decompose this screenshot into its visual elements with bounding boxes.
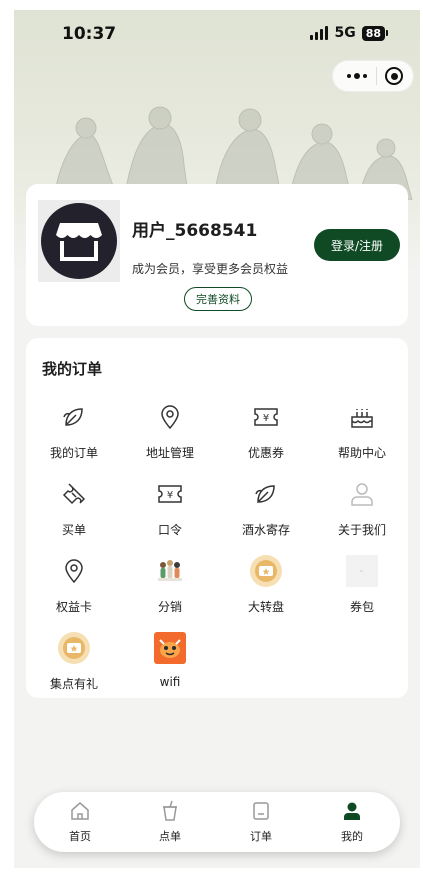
grid-item-my-orders[interactable]: 我的订单 (26, 400, 122, 466)
grid-item-benefit-card[interactable]: 权益卡 (26, 554, 122, 620)
miniprogram-capsule (332, 60, 414, 92)
grid-item-label: 优惠券 (247, 446, 284, 460)
grid-item-label: 关于我们 (337, 523, 386, 537)
grid-item-help-center[interactable]: 帮助中心 (314, 400, 410, 466)
tiger-image-icon (153, 631, 187, 665)
grid-item-about-us[interactable]: 关于我们 (314, 477, 410, 543)
grid-item-label: 权益卡 (55, 600, 92, 614)
gold-ticket-icon (249, 554, 283, 588)
coupon-icon: ¥ (249, 400, 283, 434)
grid-item-address[interactable]: 地址管理 (122, 400, 218, 466)
status-time: 10:37 (62, 24, 117, 44)
grid-item-passcode[interactable]: ¥ 口令 (122, 477, 218, 543)
grid-item-label: 分销 (157, 600, 182, 614)
close-miniprogram-icon[interactable] (385, 67, 403, 85)
more-icon[interactable] (347, 73, 367, 79)
battery-icon: 88 (361, 25, 388, 41)
network-type: 5G (334, 25, 356, 41)
grid-item-label: 券包 (349, 600, 374, 614)
grid-item-label: wifi (159, 675, 181, 689)
svg-text:¥: ¥ (167, 490, 173, 501)
app-screen: 10:37 5G 88 用户_5668541 成为会员，享受更多会员权益 登录/… (14, 10, 420, 868)
grid-item-coupon-pack[interactable]: 券包 (314, 554, 410, 620)
tab-label: 订单 (250, 830, 272, 843)
voucher-icon: ¥ (153, 477, 187, 511)
tab-order-menu[interactable]: 点单 (140, 800, 200, 844)
username: 用户_5668541 (132, 221, 258, 241)
location-pin-icon (153, 400, 187, 434)
signal-icon (310, 26, 329, 40)
figures-image-icon (153, 554, 187, 588)
grid-item-drink-storage[interactable]: 酒水寄存 (218, 477, 314, 543)
gold-ticket-icon (57, 631, 91, 665)
avatar[interactable] (38, 200, 120, 282)
tab-label: 我的 (341, 830, 363, 843)
ticket-icon (57, 477, 91, 511)
leaf-icon (57, 400, 91, 434)
grid-item-label: 大转盘 (247, 600, 284, 614)
location-pin-icon (57, 554, 91, 588)
grid-item-wifi[interactable]: wifi (122, 631, 218, 697)
grid-item-label: 集点有礼 (49, 677, 98, 691)
member-subtitle: 成为会员，享受更多会员权益 (132, 262, 289, 276)
battery-level: 88 (361, 25, 385, 41)
grid-item-label: 酒水寄存 (241, 523, 290, 537)
leaf-icon (249, 477, 283, 511)
cake-icon (345, 400, 379, 434)
user-icon (342, 800, 362, 822)
grid-item-distribution[interactable]: 分销 (122, 554, 218, 620)
grid-item-label: 买单 (61, 523, 86, 537)
grid-item-pay-bill[interactable]: 买单 (26, 477, 122, 543)
person-icon (345, 477, 379, 511)
tab-label: 点单 (159, 830, 181, 843)
grid-item-label: 口令 (157, 523, 182, 537)
tab-label: 首页 (69, 830, 91, 843)
login-register-button[interactable]: 登录/注册 (314, 229, 400, 261)
cup-icon (160, 800, 180, 822)
tab-home[interactable]: 首页 (50, 800, 110, 844)
complete-profile-button[interactable]: 完善资料 (184, 287, 252, 311)
grid-item-coupons[interactable]: ¥ 优惠券 (218, 400, 314, 466)
receipt-icon (252, 800, 270, 822)
tab-me[interactable]: 我的 (322, 800, 382, 844)
home-icon (70, 800, 90, 822)
tab-orders[interactable]: 订单 (231, 800, 291, 844)
grid-item-collect-points[interactable]: 集点有礼 (26, 631, 122, 697)
grid-item-label: 地址管理 (145, 446, 194, 460)
grid-item-label: 帮助中心 (337, 446, 386, 460)
svg-text:¥: ¥ (263, 413, 269, 424)
grid-item-label: 我的订单 (49, 446, 98, 460)
bottom-tab-bar: 首页 点单 订单 我的 (34, 792, 400, 852)
orders-section-title: 我的订单 (42, 360, 103, 378)
status-indicators: 5G 88 (310, 25, 388, 41)
profile-card: 用户_5668541 成为会员，享受更多会员权益 登录/注册 完善资料 (26, 184, 408, 326)
grid-item-lucky-wheel[interactable]: 大转盘 (218, 554, 314, 620)
placeholder-image-icon (345, 554, 379, 588)
store-icon (56, 223, 102, 261)
orders-card: 我的订单 我的订单 地址管理 ¥ 优惠券 帮助中心 买单 ¥ 口令 酒水寄存 关… (26, 338, 408, 698)
